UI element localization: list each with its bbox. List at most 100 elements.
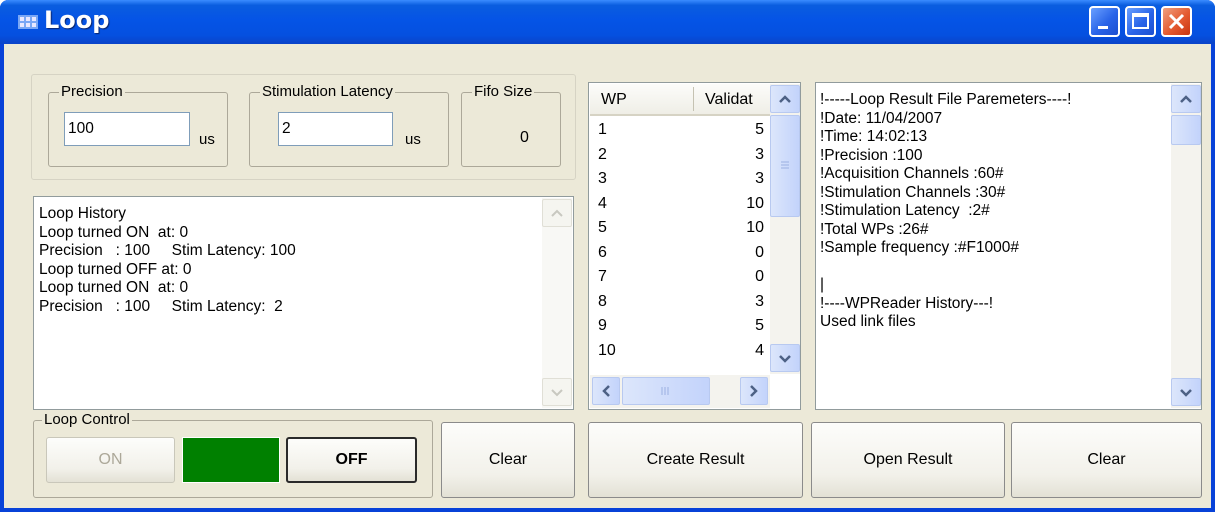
validation-cell: 5: [755, 317, 764, 334]
clear-result-button[interactable]: Clear: [1011, 422, 1202, 498]
open-result-button[interactable]: Open Result: [811, 422, 1005, 498]
validation-cell: 4: [755, 341, 764, 359]
table-row[interactable]: 33: [598, 170, 768, 188]
table-row[interactable]: 10 4: [598, 342, 768, 360]
table-row[interactable]: 95: [598, 317, 768, 335]
result-line: !Date: 11/04/2007: [820, 109, 943, 127]
create-result-button[interactable]: Create Result: [588, 422, 803, 498]
result-line: Used link files: [820, 313, 916, 330]
validation-cell: 10: [746, 219, 764, 236]
loop-control-legend: Loop Control: [42, 411, 132, 429]
latency-group: Stimulation Latency us: [249, 83, 449, 167]
wp-table-header: WP Validat: [590, 84, 772, 116]
wp-cell: 4: [598, 194, 607, 212]
app-icon: [18, 15, 38, 29]
wp-cell: 6: [598, 243, 607, 261]
wp-column-header[interactable]: WP: [601, 91, 627, 109]
wp-cell: 7: [598, 268, 607, 285]
latency-legend: Stimulation Latency: [260, 83, 395, 101]
title-bar[interactable]: Loop: [0, 0, 1215, 44]
chevron-down-icon: [779, 355, 791, 363]
result-line: !Sample frequency :#F1000#: [820, 239, 1020, 256]
table-row[interactable]: 5 10: [598, 219, 768, 237]
result-line: !Stimulation Channels :30#: [820, 183, 1006, 201]
history-line: Loop History: [39, 205, 127, 222]
result-scrollbar[interactable]: [1171, 84, 1201, 408]
validation-cell: 3: [755, 145, 764, 163]
wp-scroll-thumb[interactable]: [770, 115, 800, 217]
result-line: !Time: 14:02:13: [820, 128, 928, 145]
wp-vertical-scrollbar[interactable]: [770, 84, 800, 374]
wp-cell: 8: [598, 292, 607, 310]
result-line: !Stimulation Latency :2#: [820, 202, 990, 219]
result-text-box[interactable]: !-----Loop Result File Paremeters----! !…: [815, 82, 1202, 410]
wp-scroll-left[interactable]: [592, 377, 620, 405]
precision-group: Precision us: [48, 83, 228, 167]
table-row[interactable]: 15: [598, 121, 768, 139]
table-row[interactable]: 83: [598, 293, 768, 311]
wp-table[interactable]: WP Validat 1 5 2 3 3 3 4 10 5 10 6 0 7 0 8 3 9 5 10 4: [588, 82, 801, 410]
wp-horizontal-scrollbar[interactable]: [590, 375, 770, 408]
chevron-up-icon: [1180, 95, 1192, 103]
validation-cell: 0: [755, 243, 764, 261]
loop-status-indicator: [182, 437, 280, 483]
wp-hscroll-thumb[interactable]: [622, 377, 710, 405]
loop-window: Loop Precision us Stimulation Latency us…: [0, 0, 1215, 512]
wp-cell: 3: [598, 170, 607, 187]
result-line: [820, 258, 1165, 277]
close-button[interactable]: [1161, 6, 1192, 37]
chevron-left-icon: [602, 385, 610, 397]
maximize-button[interactable]: [1125, 6, 1156, 37]
window-title: Loop: [44, 6, 110, 34]
result-line: |: [820, 276, 825, 293]
result-line: !Precision :100: [820, 146, 923, 164]
validation-cell: 10: [746, 194, 764, 212]
table-row[interactable]: 23: [598, 146, 768, 164]
fifo-group: Fifo Size 0: [461, 83, 561, 167]
result-scroll-up[interactable]: [1171, 85, 1201, 113]
table-row[interactable]: 60: [598, 244, 768, 262]
latency-unit: us: [405, 131, 421, 148]
precision-legend: Precision: [59, 83, 125, 101]
table-row[interactable]: 70: [598, 268, 768, 286]
fifo-legend: Fifo Size: [472, 83, 535, 101]
validation-column-header[interactable]: Validat: [705, 91, 753, 109]
result-scroll-thumb[interactable]: [1171, 115, 1201, 145]
on-button[interactable]: ON: [46, 437, 175, 483]
wp-cell: 2: [598, 145, 607, 163]
wp-scroll-down[interactable]: [770, 344, 800, 372]
loop-history-box[interactable]: Loop History Loop turned ON at: 0 Precis…: [33, 196, 574, 410]
wp-scroll-up[interactable]: [770, 85, 800, 113]
history-line: Precision : 100 Stim Latency: 100: [39, 242, 296, 259]
history-scroll-down[interactable]: [542, 378, 572, 406]
precision-input[interactable]: [64, 112, 190, 146]
validation-cell: 0: [755, 268, 764, 285]
wp-scroll-right[interactable]: [740, 377, 768, 405]
history-scrollbar[interactable]: [542, 198, 572, 408]
table-row[interactable]: 4 10: [598, 195, 768, 213]
chevron-down-icon: [1180, 389, 1192, 397]
wp-cell: 9: [598, 317, 607, 334]
grip-icon: [781, 161, 789, 169]
result-line: !-----Loop Result File Paremeters----!: [820, 91, 1072, 108]
result-scroll-down[interactable]: [1171, 378, 1201, 406]
clear-history-button[interactable]: Clear: [441, 422, 575, 498]
wp-rows: 1 5 2 3 3 3 4 10 5 10 6 0 7 0 8 3 9 5 10 4: [598, 121, 768, 373]
chevron-up-icon: [551, 209, 563, 217]
chevron-right-icon: [750, 385, 758, 397]
chevron-down-icon: [551, 389, 563, 397]
minimize-button[interactable]: [1089, 6, 1120, 37]
history-scroll-up[interactable]: [542, 199, 572, 227]
history-line: Loop turned ON at: 0: [39, 223, 189, 241]
settings-panel: Precision us Stimulation Latency us Fifo…: [31, 74, 576, 180]
wp-cell: 5: [598, 219, 607, 236]
minimize-icon: [1098, 26, 1108, 29]
wp-cell: 10: [598, 341, 616, 359]
result-line: !----WPReader History---!: [820, 294, 994, 312]
off-button[interactable]: OFF: [286, 437, 417, 483]
latency-input[interactable]: [278, 112, 393, 146]
result-text: !-----Loop Result File Paremeters----! !…: [820, 91, 1165, 332]
close-icon: [1168, 13, 1185, 30]
validation-cell: 5: [755, 121, 764, 138]
validation-cell: 3: [755, 292, 764, 310]
